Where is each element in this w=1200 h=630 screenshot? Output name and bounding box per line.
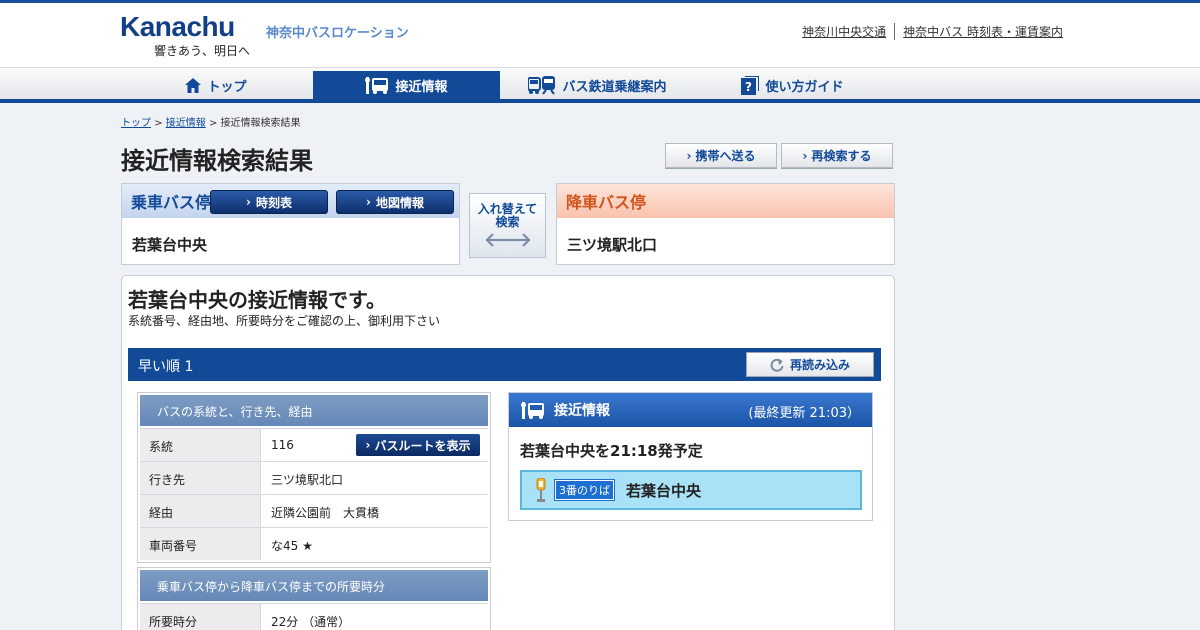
table-row: 経由 近隣公園前 大貫橋 <box>140 494 488 527</box>
bus-pole-icon <box>536 478 546 502</box>
departure-estimate: 若葉台中央を21:18発予定 <box>520 442 703 460</box>
route-table-heading: バスの系統と、行き先、経由 <box>140 395 488 426</box>
chevron-right-icon: › <box>365 438 371 452</box>
swap-search-button[interactable]: 入れ替えて 検索 <box>469 193 546 258</box>
nav-label-transfer: バス鉄道乗継案内 <box>562 80 667 95</box>
row-label: 経由 <box>140 495 261 527</box>
timetable-label: 時刻表 <box>255 195 292 210</box>
order-bar: 早い順 1 再読み込み <box>128 348 881 381</box>
page-title: 接近情報検索結果 <box>121 147 313 175</box>
order-label: 早い順 1 <box>138 359 194 375</box>
reload-label: 再読み込み <box>789 358 850 372</box>
platform-tag: 3番のりば <box>554 479 615 501</box>
svg-text:?: ? <box>746 80 753 94</box>
research-button[interactable]: › 再検索する <box>781 143 893 168</box>
row-label: 行き先 <box>140 462 261 494</box>
bus-stop-icon <box>365 77 389 94</box>
result-heading: 若葉台中央の接近情報です。 <box>128 288 386 312</box>
breadcrumb-top[interactable]: トップ <box>121 118 151 129</box>
result-subtext: 系統番号、経由地、所要時分をご確認の上、御利用下さい <box>128 314 441 328</box>
travel-time-heading: 乗車バス停から降車バス停までの所要時分 <box>140 570 488 601</box>
refresh-icon <box>770 358 784 372</box>
nav-item-transfer[interactable]: バス鉄道乗継案内 <box>500 71 695 100</box>
breadcrumb-approach[interactable]: 接近情報 <box>166 118 206 129</box>
position-stop-name: 若葉台中央 <box>626 481 702 500</box>
global-nav: トップ 接近情報 バス鉄道乗継案内 ? 使い方ガイド <box>0 67 1200 100</box>
swap-arrows-icon <box>484 233 531 247</box>
research-label: 再検索する <box>811 149 872 163</box>
approach-info-panel: 接近情報 (最終更新 21:03） 若葉台中央を21:18発予定 3番のりば 若… <box>508 392 873 521</box>
last-updated: (最終更新 21:03） <box>748 406 860 421</box>
breadcrumb-separator: > <box>154 118 163 129</box>
bus-position-row: 3番のりば 若葉台中央 <box>520 470 862 510</box>
table-row: 系統 116 › バスルートを表示 <box>140 428 488 461</box>
map-info-button[interactable]: › 地図情報 <box>336 190 454 214</box>
show-bus-route-label: バスルートを表示 <box>374 438 471 453</box>
result-panel: 若葉台中央の接近情報です。 系統番号、経由地、所要時分をご確認の上、御利用下さい… <box>121 275 895 630</box>
row-value: 三ツ境駅北口 <box>271 473 344 487</box>
alighting-stop-name: 三ツ境駅北口 <box>567 236 658 254</box>
table-row: 車両番号 な45 ★ <box>140 527 488 560</box>
breadcrumb: トップ > 接近情報 > 接近情報検索結果 <box>121 114 301 129</box>
alighting-stop-panel: 降車バス停 三ツ境駅北口 <box>556 183 895 265</box>
breadcrumb-separator: > <box>208 118 218 129</box>
logo-tagline: 響きあう、明日へ <box>154 44 251 58</box>
row-label: 車両番号 <box>140 528 261 560</box>
nav-item-top[interactable]: トップ <box>120 71 312 100</box>
route-info-table: バスの系統と、行き先、経由 系統 116 › バスルートを表示 行き先 三ツ境駅… <box>137 392 491 563</box>
send-to-mobile-label: 携帯へ送る <box>695 149 756 163</box>
alighting-stop-heading: 降車バス停 <box>557 184 894 218</box>
bus-train-icon <box>528 76 556 95</box>
link-timetable-fare[interactable]: 神奈中バス 時刻表・運賃案内 <box>895 23 1071 40</box>
bus-stop-icon <box>521 401 544 419</box>
row-value: 近隣公園前 大貫橋 <box>271 506 380 520</box>
route-number: 116 <box>271 438 294 452</box>
nav-label-top: トップ <box>207 80 247 95</box>
breadcrumb-current: 接近情報検索結果 <box>220 118 301 129</box>
table-row: 行き先 三ツ境駅北口 <box>140 461 488 494</box>
nav-item-approach[interactable]: 接近情報 <box>313 71 500 100</box>
chevron-right-icon: › <box>366 195 371 209</box>
link-kanagawa-chuo[interactable]: 神奈川中央交通 <box>794 23 896 40</box>
approach-info-title: 接近情報 <box>554 403 610 419</box>
boarding-stop-panel: 乗車バス停 › 時刻表 › 地図情報 若葉台中央 <box>121 183 460 265</box>
send-to-mobile-button[interactable]: › 携帯へ送る <box>665 143 777 168</box>
kanachu-logo[interactable]: Kanachu 響きあう、明日へ <box>120 11 260 61</box>
chevron-right-icon: › <box>246 195 251 209</box>
reload-button[interactable]: 再読み込み <box>746 352 874 377</box>
show-bus-route-button[interactable]: › バスルートを表示 <box>356 434 480 456</box>
nav-label-approach: 接近情報 <box>395 80 448 95</box>
swap-label-line2: 検索 <box>495 215 520 229</box>
approach-info-header: 接近情報 (最終更新 21:03） <box>509 393 872 427</box>
nav-label-guide: 使い方ガイド <box>765 80 844 95</box>
home-icon <box>185 78 202 93</box>
alighting-stop-title: 降車バス停 <box>566 193 647 212</box>
row-label: 系統 <box>140 429 261 461</box>
chevron-right-icon: › <box>802 148 808 163</box>
site-title: 神奈中バスロケーション <box>266 26 409 41</box>
site-header: Kanachu 響きあう、明日へ 神奈中バスロケーション 神奈川中央交通 神奈中… <box>0 3 1200 67</box>
nav-item-guide[interactable]: ? 使い方ガイド <box>695 71 890 100</box>
boarding-stop-name: 若葉台中央 <box>132 236 208 254</box>
row-value: な45 ★ <box>271 539 313 553</box>
row-value: 22分 （通常） <box>271 615 351 629</box>
row-value: 116 › バスルートを表示 <box>261 429 488 461</box>
table-row: 所要時分 22分 （通常） <box>140 603 488 630</box>
logo-wordmark: Kanachu <box>120 11 235 42</box>
nav-underline <box>0 99 1200 103</box>
timetable-button[interactable]: › 時刻表 <box>210 190 328 214</box>
travel-time-table: 乗車バス停から降車バス停までの所要時分 所要時分 22分 （通常） <box>137 567 491 630</box>
guide-icon: ? <box>741 76 760 95</box>
row-label: 所要時分 <box>140 604 261 630</box>
chevron-right-icon: › <box>686 148 692 163</box>
map-info-label: 地図情報 <box>375 195 424 210</box>
boarding-stop-title: 乗車バス停 <box>131 193 212 212</box>
header-links: 神奈川中央交通 神奈中バス 時刻表・運賃案内 <box>794 23 1071 40</box>
